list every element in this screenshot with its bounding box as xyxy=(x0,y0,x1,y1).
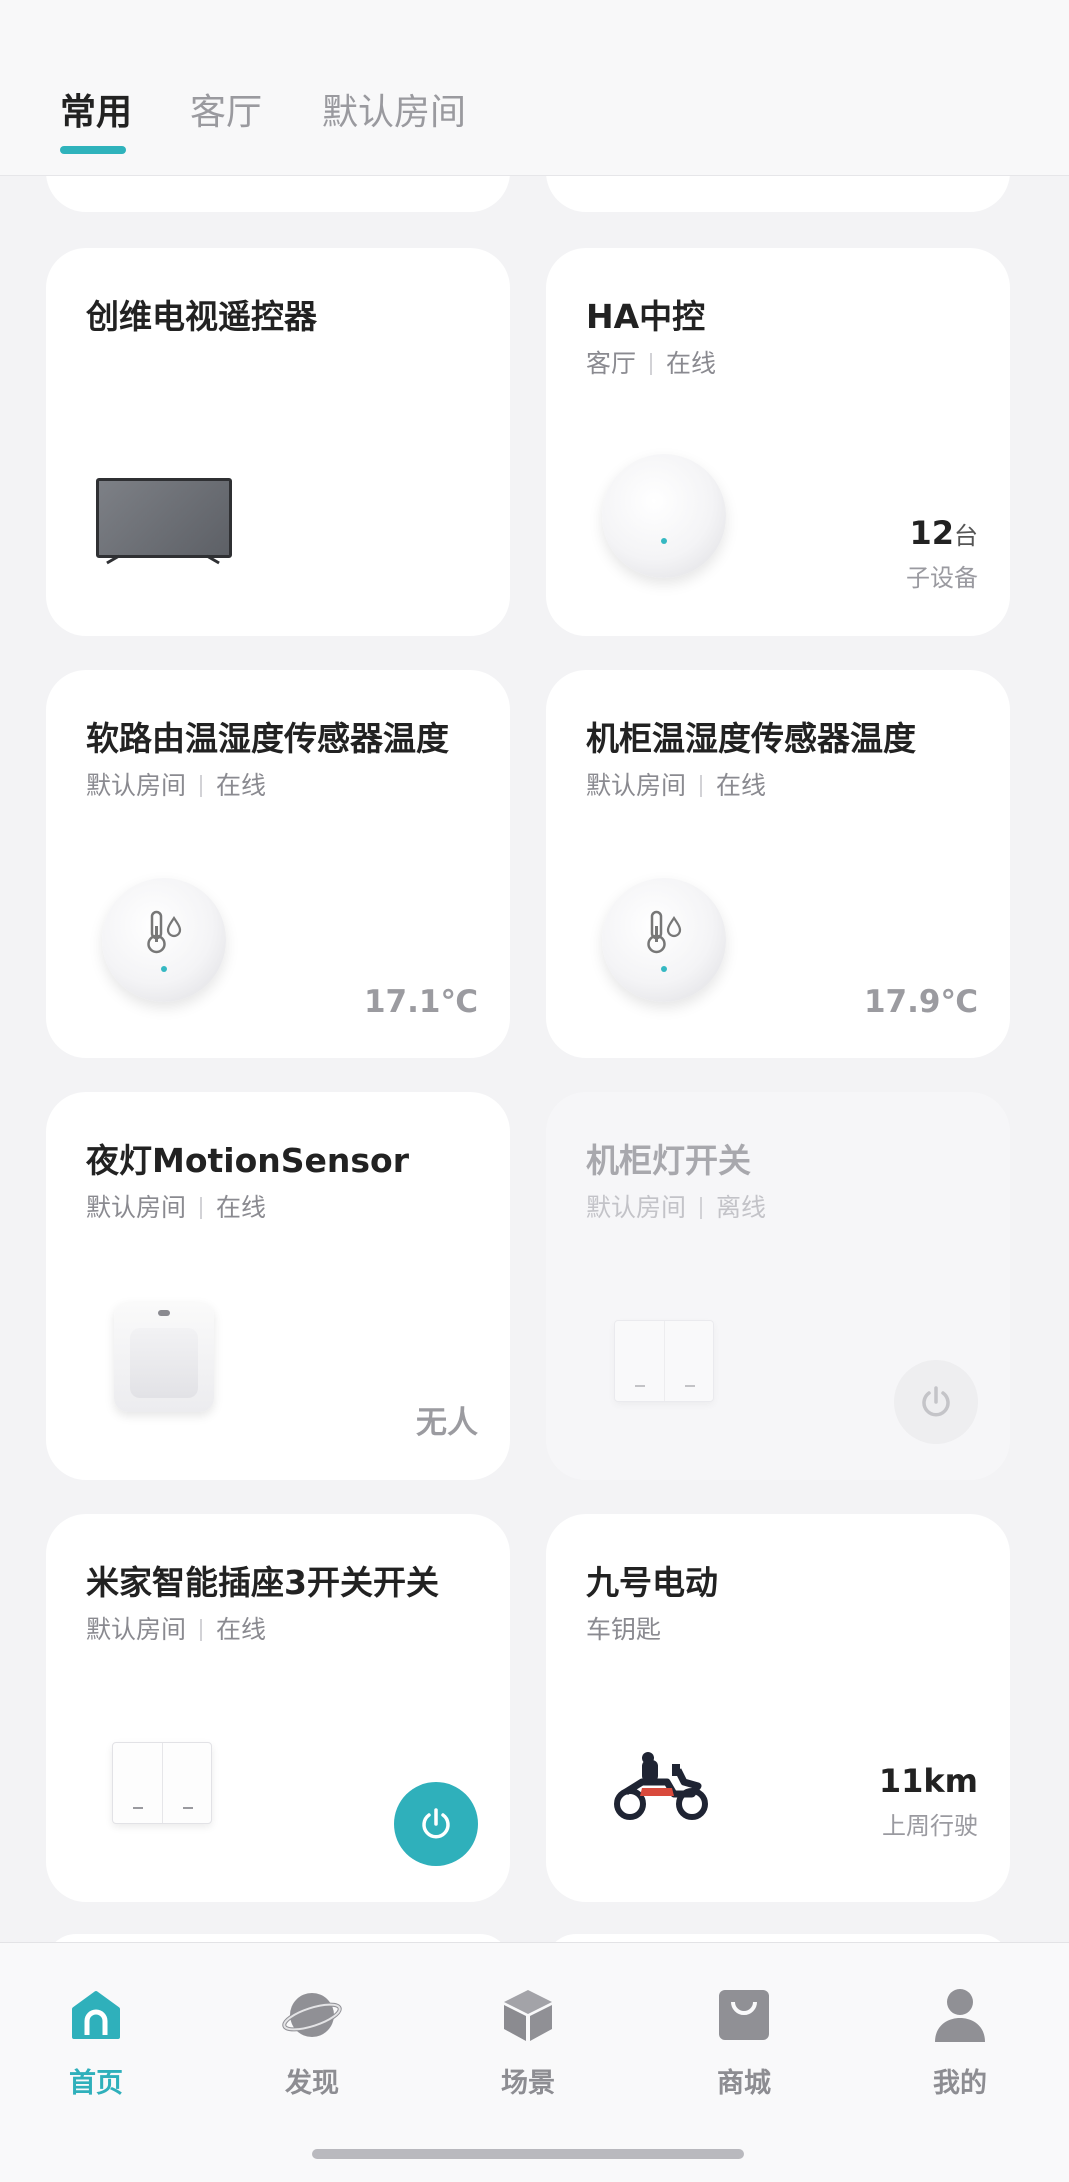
person-icon xyxy=(900,1983,1020,2047)
tab-default-room[interactable]: 默认房间 xyxy=(322,90,466,136)
power-icon xyxy=(422,1808,450,1839)
power-icon xyxy=(922,1386,950,1417)
device-name: 米家智能插座3开关开关 xyxy=(86,1563,439,1602)
wall-switch-icon xyxy=(112,1742,212,1824)
device-room: 默认房间 xyxy=(86,1193,187,1222)
device-status: 在线 xyxy=(666,349,717,378)
device-room: 客厅 xyxy=(586,349,637,378)
temperature-value: 17.9℃ xyxy=(863,984,978,1020)
home-indicator-bar[interactable] xyxy=(312,2149,744,2159)
device-card-router-temp-sensor[interactable]: 软路由温湿度传感器温度 默认房间 在线 17.1℃ xyxy=(46,670,510,1058)
bottom-navigation: 首页 发现 场景 商城 我的 xyxy=(0,1942,1069,2182)
weekly-distance: 11km 上周行驶 xyxy=(878,1762,978,1840)
active-tab-indicator xyxy=(60,146,126,154)
device-card-motion-sensor[interactable]: 夜灯MotionSensor 默认房间 在线 无人 xyxy=(46,1092,510,1480)
cube-icon xyxy=(468,1983,588,2047)
device-name: 软路由温湿度传感器温度 xyxy=(86,719,449,758)
nav-home[interactable]: 首页 xyxy=(36,1983,156,2100)
power-toggle-button[interactable] xyxy=(894,1360,978,1444)
nav-store[interactable]: 商城 xyxy=(684,1983,804,2100)
device-room: 车钥匙 xyxy=(586,1615,662,1644)
device-meta: 默认房间 在线 xyxy=(86,1188,266,1224)
tab-frequent[interactable]: 常用 xyxy=(60,90,132,136)
device-status: 离线 xyxy=(716,1193,767,1222)
device-room: 默认房间 xyxy=(586,771,687,800)
device-meta: 车钥匙 xyxy=(586,1610,661,1646)
subdevice-count: 12台 子设备 xyxy=(906,514,978,592)
device-card-tv-remote[interactable]: 创维电视遥控器 xyxy=(46,248,510,636)
nav-scenes[interactable]: 场景 xyxy=(468,1983,588,2100)
scooter-icon xyxy=(614,1752,708,1820)
device-meta: 默认房间 离线 xyxy=(586,1188,766,1224)
device-card-ha-hub[interactable]: HA中控 客厅 在线 12台 子设备 xyxy=(546,248,1010,636)
power-toggle-button[interactable] xyxy=(394,1782,478,1866)
device-meta: 默认房间 在线 xyxy=(86,766,266,802)
home-icon xyxy=(36,1983,156,2047)
occupancy-value: 无人 xyxy=(416,1405,478,1441)
device-name: 九号电动 xyxy=(586,1563,718,1602)
device-status: 在线 xyxy=(216,1615,267,1644)
device-card-smart-plug[interactable]: 米家智能插座3开关开关 默认房间 在线 xyxy=(46,1514,510,1902)
app-screen: 常用 客厅 默认房间 创维电视遥控器 HA中控 客厅 在线 12台 子设备 软路由… xyxy=(0,0,1069,2182)
device-name: HA中控 xyxy=(586,297,706,336)
device-card-ninebot-scooter[interactable]: 九号电动 车钥匙 11km 上周行驶 xyxy=(546,1514,1010,1902)
nav-profile[interactable]: 我的 xyxy=(900,1983,1020,2100)
device-meta: 默认房间 在线 xyxy=(86,1610,266,1646)
device-name: 机柜温湿度传感器温度 xyxy=(586,719,916,758)
device-card-cabinet-light-switch[interactable]: 机柜灯开关 默认房间 离线 xyxy=(546,1092,1010,1480)
motion-sensor-icon xyxy=(114,1302,214,1412)
thermometer-sensor-icon xyxy=(102,878,226,1002)
room-tab-bar: 常用 客厅 默认房间 xyxy=(0,0,1069,176)
wall-switch-icon xyxy=(614,1320,714,1402)
device-name: 夜灯MotionSensor xyxy=(86,1141,409,1180)
device-name: 创维电视遥控器 xyxy=(86,297,317,336)
device-room: 默认房间 xyxy=(86,1615,187,1644)
device-meta: 客厅 在线 xyxy=(586,344,716,380)
nav-discover[interactable]: 发现 xyxy=(252,1983,372,2100)
device-name: 机柜灯开关 xyxy=(586,1141,751,1180)
device-status: 在线 xyxy=(716,771,767,800)
device-status: 在线 xyxy=(216,771,267,800)
device-room: 默认房间 xyxy=(586,1193,687,1222)
thermometer-sensor-icon xyxy=(602,878,726,1002)
hub-device-icon xyxy=(602,454,726,578)
device-card-cabinet-temp-sensor[interactable]: 机柜温湿度传感器温度 默认房间 在线 17.9℃ xyxy=(546,670,1010,1058)
device-meta: 默认房间 在线 xyxy=(586,766,766,802)
tab-living-room[interactable]: 客厅 xyxy=(190,90,262,136)
shopping-bag-icon xyxy=(684,1983,804,2047)
temperature-value: 17.1℃ xyxy=(363,984,478,1020)
device-room: 默认房间 xyxy=(86,771,187,800)
planet-icon xyxy=(252,1983,372,2047)
device-status: 在线 xyxy=(216,1193,267,1222)
